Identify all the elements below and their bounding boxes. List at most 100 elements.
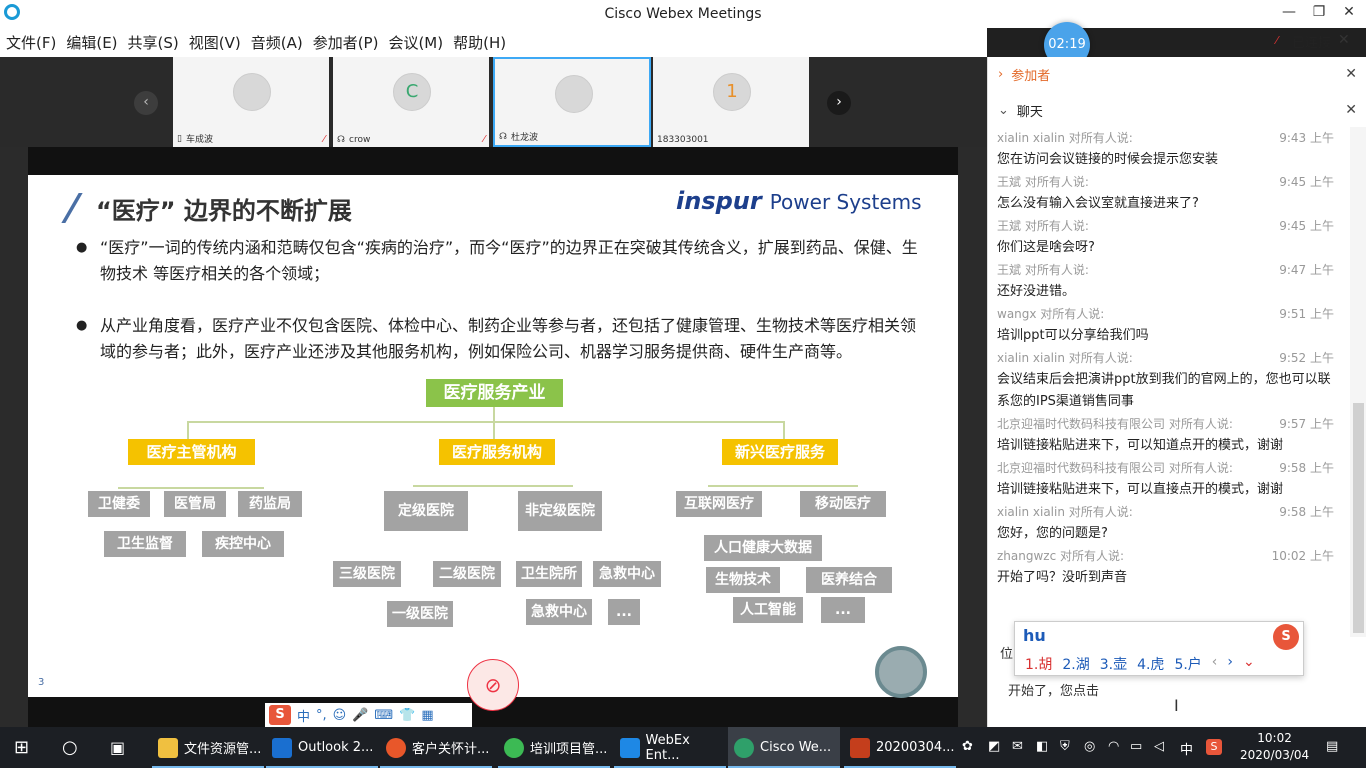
- message-text: 培训链接粘贴进来下，可以直接点开的模式，谢谢: [997, 482, 1284, 497]
- meeting-stage: ‹ ▯ 车成波 ⁄ C ☊ crow ⁄ ☊ 杜龙波 1 183303001 › “医…: [0, 57, 987, 727]
- ime-candidate[interactable]: 2.湖: [1062, 654, 1089, 674]
- ime-voice-icon[interactable]: 🎤: [352, 708, 368, 723]
- prev-arrow-icon[interactable]: ‹: [134, 91, 158, 115]
- taskbar-app[interactable]: 20200304...: [844, 727, 956, 768]
- org-root: 医疗服务产业: [426, 379, 563, 407]
- ime-emoji-icon[interactable]: ☺: [333, 708, 347, 723]
- ime-candidate[interactable]: 5.户: [1174, 654, 1201, 674]
- connection-close-icon[interactable]: ✕: [1338, 32, 1350, 48]
- network-icon[interactable]: ▭: [1130, 739, 1142, 754]
- taskbar-app[interactable]: WebEx Ent...: [614, 727, 726, 768]
- video-thumb[interactable]: C ☊ crow ⁄: [333, 57, 491, 147]
- notification-icon[interactable]: ▤: [1326, 739, 1338, 754]
- mic-muted-icon: ⁄: [323, 134, 325, 145]
- menu-participant[interactable]: 参加者(P): [313, 32, 379, 53]
- menu-share[interactable]: 共享(S): [128, 32, 179, 53]
- ime-keyboard-icon[interactable]: ⌨: [374, 708, 393, 723]
- taskbar-app-label: 文件资源管...: [184, 742, 262, 757]
- menu-edit[interactable]: 编辑(E): [66, 32, 117, 53]
- chat-scrollbar[interactable]: [1350, 127, 1366, 637]
- close-button[interactable]: ✕: [1334, 4, 1364, 24]
- window-title: Cisco Webex Meetings: [604, 6, 762, 22]
- chat-message: xialin xialin 对所有人说: 9:43 上午 您在访问会议链接的时候会…: [988, 127, 1350, 171]
- menu-audio[interactable]: 音频(A): [251, 32, 303, 53]
- tray-app-icon[interactable]: ◩: [988, 739, 1000, 754]
- ime-lang-indicator[interactable]: 中: [1180, 739, 1193, 758]
- scroll-thumb[interactable]: [1353, 403, 1364, 633]
- shield-icon[interactable]: ⛨: [1060, 739, 1070, 754]
- participants-header[interactable]: › 参加者 ✕: [988, 57, 1366, 91]
- message-header: xialin xialin 对所有人说: 9:43 上午: [988, 127, 1350, 149]
- menu-meeting[interactable]: 会议(M): [388, 32, 443, 53]
- wifi-icon[interactable]: ◠: [1108, 739, 1119, 754]
- taskbar-app-active[interactable]: Cisco We...: [728, 727, 840, 768]
- ime-candidate[interactable]: 3.壶: [1100, 654, 1127, 674]
- taskbar-app[interactable]: 培训项目管...: [498, 727, 610, 768]
- sogou-logo-icon[interactable]: S: [269, 705, 291, 725]
- taskbar-app[interactable]: Outlook 2...: [266, 727, 378, 768]
- ime-next-icon[interactable]: ›: [1227, 654, 1233, 674]
- ime-lang-toggle[interactable]: 中: [297, 706, 310, 725]
- message-header: 北京迎福时代数码科技有限公司 对所有人说: 9:58 上午: [988, 457, 1350, 479]
- org-node: 非定级医院: [518, 491, 602, 531]
- ime-candidates: 1.胡 2.湖 3.壶 4.虎 5.户 ‹ › ⌄: [1025, 654, 1255, 674]
- close-icon[interactable]: ✕: [1345, 102, 1357, 118]
- video-thumb-active[interactable]: ☊ 杜龙波: [493, 57, 651, 147]
- send-to-label: 位: [1000, 647, 1014, 662]
- ime-toolbox-icon[interactable]: ▦: [421, 708, 433, 723]
- org-node: 人工智能: [733, 597, 803, 623]
- start-button[interactable]: ⊞: [8, 727, 38, 768]
- ime-skin-icon[interactable]: 👕: [399, 708, 415, 723]
- message-header: 王斌 对所有人说: 9:45 上午: [988, 215, 1350, 237]
- message-time: 9:57 上午: [1279, 417, 1334, 431]
- message-text: 开始了吗？没听到声音: [997, 570, 1128, 585]
- volume-icon[interactable]: ◁: [1154, 739, 1164, 754]
- taskbar-app-label: WebEx Ent...: [645, 732, 690, 763]
- video-thumb[interactable]: 1 183303001: [653, 57, 811, 147]
- message-sender: wangx 对所有人说:: [997, 307, 1105, 321]
- chevron-down-icon: ⌄: [998, 102, 1009, 118]
- mail-icon[interactable]: ✉: [1012, 739, 1023, 754]
- slide-bullet: 从产业角度看，医疗产业不仅包含医院、体检中心、制药企业等参与者，还包括了健康管理…: [76, 313, 920, 365]
- message-time: 9:51 上午: [1279, 307, 1334, 321]
- ime-punct-icon[interactable]: °,: [316, 708, 327, 723]
- sogou-tray-icon[interactable]: S: [1206, 739, 1222, 755]
- tray-app-icon[interactable]: ◎: [1084, 739, 1095, 754]
- taskbar-app-label: Cisco We...: [760, 740, 832, 755]
- floating-control-icon[interactable]: [875, 646, 927, 698]
- search-icon[interactable]: ○: [56, 727, 86, 768]
- task-view-icon[interactable]: ▣: [104, 727, 134, 768]
- message-time: 9:52 上午: [1279, 351, 1334, 365]
- chat-input[interactable]: 开始了，您点击: [1008, 680, 1099, 699]
- minimize-button[interactable]: —: [1274, 4, 1304, 24]
- message-text: 你们这是啥会呀?: [997, 240, 1095, 255]
- org-node: 定级医院: [384, 491, 468, 531]
- org-node: 急救中心: [593, 561, 661, 587]
- taskbar-app[interactable]: 文件资源管...: [152, 727, 264, 768]
- message-text: 怎么没有输入会议室就直接进来了?: [997, 196, 1199, 211]
- restore-button[interactable]: ❐: [1304, 4, 1334, 24]
- taskbar-app[interactable]: 客户关怀计...: [380, 727, 492, 768]
- outlook-tray-icon[interactable]: ◧: [1036, 739, 1048, 754]
- system-clock[interactable]: 10:02 2020/03/04: [1240, 730, 1309, 764]
- taskbar-app-label: Outlook 2...: [298, 740, 374, 755]
- message-header: 北京迎福时代数码科技有限公司 对所有人说: 9:57 上午: [988, 413, 1350, 435]
- tray-app-icon[interactable]: ✿: [962, 739, 973, 754]
- chat-header[interactable]: ⌄ 聊天 ✕: [988, 93, 1366, 127]
- next-arrow-icon[interactable]: ›: [827, 91, 851, 115]
- avatar: 1: [713, 73, 751, 111]
- org-line: [187, 421, 783, 423]
- ime-prev-icon[interactable]: ‹: [1212, 654, 1218, 674]
- menu-help[interactable]: 帮助(H): [453, 32, 506, 53]
- video-thumbnail-strip: ‹ ▯ 车成波 ⁄ C ☊ crow ⁄ ☊ 杜龙波 1 183303001 ›: [0, 57, 987, 147]
- ime-candidate[interactable]: 4.虎: [1137, 654, 1164, 674]
- org-node: 新兴医疗服务: [722, 439, 838, 465]
- chat-messages: xialin xialin 对所有人说: 9:43 上午 您在访问会议链接的时候会…: [988, 127, 1350, 593]
- mute-button[interactable]: ⊘: [467, 659, 519, 711]
- menu-view[interactable]: 视图(V): [189, 32, 241, 53]
- ime-expand-icon[interactable]: ⌄: [1243, 654, 1255, 674]
- ime-candidate[interactable]: 1.胡: [1025, 654, 1052, 674]
- video-thumb[interactable]: ▯ 车成波 ⁄: [173, 57, 331, 147]
- close-icon[interactable]: ✕: [1345, 66, 1357, 82]
- menu-file[interactable]: 文件(F): [6, 32, 56, 53]
